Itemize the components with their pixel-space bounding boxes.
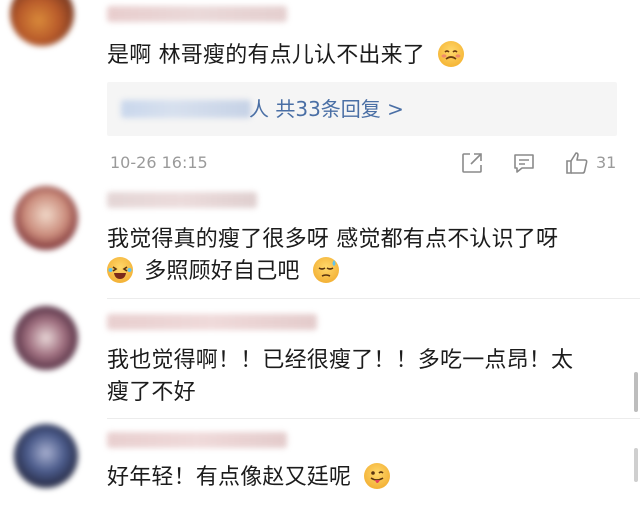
timestamp: 10-26 16:15 xyxy=(110,153,208,172)
comment-text: 是啊 林哥瘦的有点儿认不出来了 xyxy=(107,40,465,72)
sweat-emoji xyxy=(312,257,339,283)
like-icon[interactable] xyxy=(564,150,590,176)
comment-text-3-line1: 我也觉得啊！！已经很瘦了！！多吃一点昂！太 xyxy=(107,348,574,373)
comment-text: 好年轻！有点像赵又廷呢 xyxy=(107,462,391,494)
comment-text-1: 是啊 林哥瘦的有点儿认不出来了 xyxy=(107,43,425,68)
avatar[interactable] xyxy=(14,306,78,370)
comment-text-2-line2: 多照顾好自己吧 xyxy=(144,259,300,284)
comment-text-2-line2-row: 多照顾好自己吧 xyxy=(107,256,558,288)
scrollbar-thumb[interactable] xyxy=(634,372,638,412)
woozy-emoji xyxy=(438,41,465,67)
username-blurred[interactable] xyxy=(107,432,287,448)
comment-text-2-line1: 我觉得真的瘦了很多呀 感觉都有点不认识了呀 xyxy=(107,227,559,252)
avatar[interactable] xyxy=(14,186,78,250)
reply-summary-box[interactable]: 人 共33条回复 > xyxy=(107,82,617,136)
laughing-emoji xyxy=(107,257,133,283)
divider xyxy=(107,418,640,419)
username-blurred[interactable] xyxy=(107,314,317,330)
username-blurred[interactable] xyxy=(107,192,257,208)
comment-text-3-line2: 瘦了不好 xyxy=(107,380,196,405)
tongue-emoji xyxy=(364,463,391,489)
avatar[interactable] xyxy=(14,424,78,488)
comment-text-4: 好年轻！有点像赵又廷呢 xyxy=(107,465,352,490)
scrollbar-track-mark xyxy=(634,448,638,482)
username-blurred[interactable] xyxy=(107,6,287,22)
comment-text: 我觉得真的瘦了很多呀 感觉都有点不认识了呀 多照顾好自己吧 xyxy=(107,224,558,288)
comment-icon[interactable] xyxy=(512,151,536,175)
divider xyxy=(107,298,640,299)
comment-text: 我也觉得啊！！已经很瘦了！！多吃一点昂！太 瘦了不好 xyxy=(107,345,573,409)
avatar[interactable] xyxy=(10,0,74,46)
reply-summary-link[interactable]: 人 共33条回复 > xyxy=(249,92,404,126)
replier-names-blurred xyxy=(121,100,251,118)
like-count: 31 xyxy=(596,153,617,172)
share-icon[interactable] xyxy=(460,151,484,175)
